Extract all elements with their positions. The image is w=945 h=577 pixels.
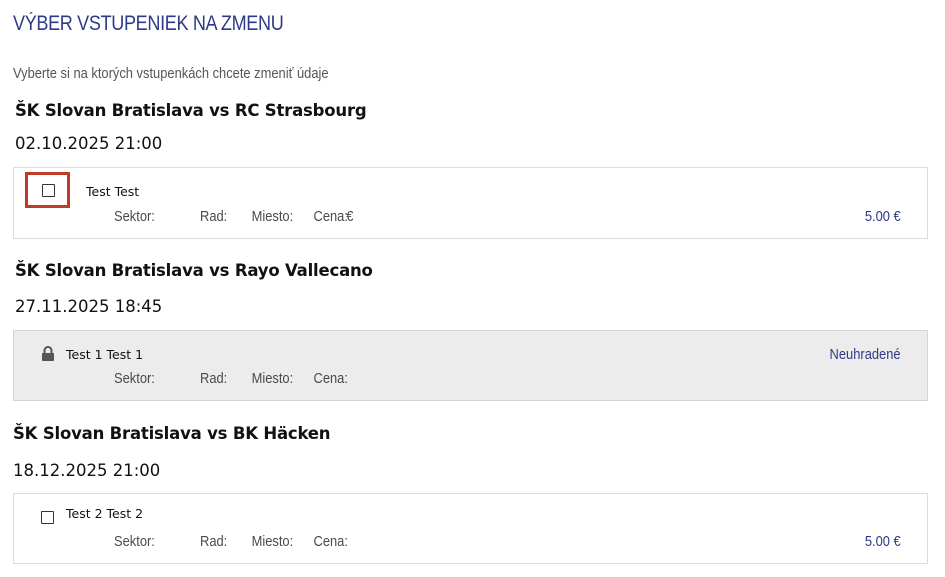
currency: € [346, 208, 354, 225]
ticket-price: 5.00 € [865, 208, 901, 225]
lock-icon [42, 346, 54, 361]
ticket-row[interactable]: Test Test Sektor: Rad: Miesto: Cena:€ 5.00 … [13, 167, 928, 239]
ticket-row[interactable]: Test 2 Test 2 Sektor: Rad: Miesto: Cena: 5.… [13, 493, 928, 564]
price-label: Cena: [313, 370, 348, 387]
match-date: 02.10.2025 21:00 [15, 134, 163, 153]
ticket-status: Neuhradené [829, 346, 901, 363]
row-label: Rad: [200, 208, 228, 225]
page-subtitle: Vyberte si na ktorých vstupenkách chcete… [13, 65, 329, 82]
page-title: VÝBER VSTUPENIEK NA ZMENU [13, 12, 284, 35]
sector-label: Sektor: [114, 370, 155, 387]
price-label: Cena: [313, 533, 348, 550]
ticket-holder-name: Test 1 Test 1 [66, 347, 144, 362]
price-label: Cena: [313, 208, 348, 225]
match-title: ŠK Slovan Bratislava vs Rayo Vallecano [15, 261, 373, 280]
ticket-details: Sektor: Rad: Miesto: Cena: [114, 370, 348, 387]
ticket-checkbox[interactable] [41, 511, 54, 524]
ticket-details: Sektor: Rad: Miesto: Cena:€ [114, 208, 353, 225]
match-title: ŠK Slovan Bratislava vs RC Strasbourg [15, 101, 367, 120]
seat-label: Miesto: [251, 208, 294, 225]
ticket-holder-name: Test Test [86, 184, 140, 199]
row-label: Rad: [200, 533, 228, 550]
seat-label: Miesto: [251, 533, 294, 550]
sector-label: Sektor: [114, 533, 155, 550]
seat-label: Miesto: [251, 370, 294, 387]
ticket-price: 5.00 € [865, 533, 901, 550]
ticket-holder-name: Test 2 Test 2 [66, 506, 144, 521]
ticket-details: Sektor: Rad: Miesto: Cena: [114, 533, 348, 550]
match-date: 18.12.2025 21:00 [13, 461, 161, 480]
ticket-row-locked: Test 1 Test 1 Neuhradené Sektor: Rad: Mies… [13, 330, 928, 401]
match-date: 27.11.2025 18:45 [15, 297, 163, 316]
highlight-box [25, 172, 70, 208]
sector-label: Sektor: [114, 208, 155, 225]
match-title: ŠK Slovan Bratislava vs BK Häcken [13, 424, 331, 443]
row-label: Rad: [200, 370, 228, 387]
